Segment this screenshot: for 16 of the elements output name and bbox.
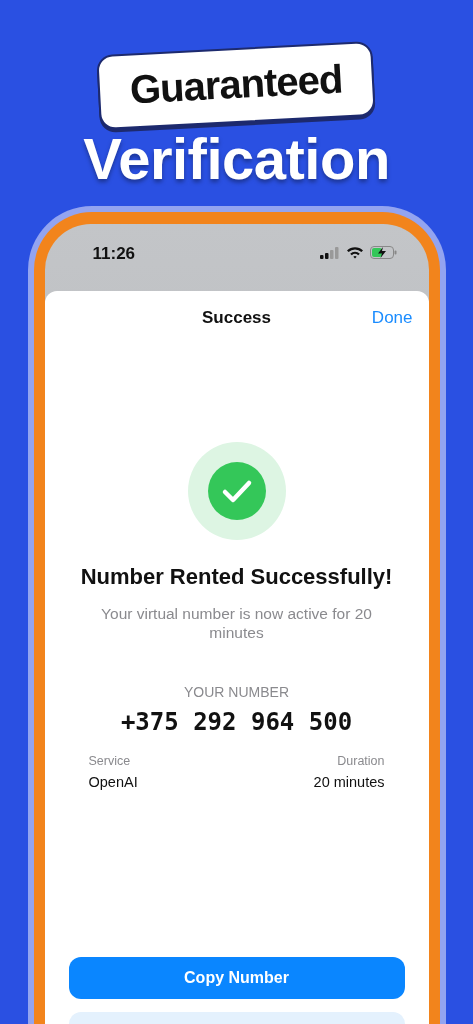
result-title: Number Rented Successfully! <box>80 564 393 590</box>
phone-number: +375 292 964 500 <box>120 708 353 736</box>
done-link[interactable]: Done <box>371 308 413 328</box>
result-subtitle: Your virtual number is now active for 20 minutes <box>100 604 373 642</box>
wifi-icon <box>345 246 364 259</box>
detail-label: Duration <box>337 754 385 768</box>
status-time: 11:26 <box>92 244 136 264</box>
number-label: YOUR NUMBER <box>184 684 289 700</box>
detail-value: OpenAI <box>88 774 138 790</box>
headline-badge: Guaranteed <box>96 40 377 131</box>
detail-label: Service <box>88 754 131 768</box>
copy-number-button[interactable]: Copy Number <box>68 957 405 999</box>
detail-value: 20 minutes <box>313 774 385 790</box>
signal-icon <box>319 246 340 259</box>
sheet-title: Success <box>202 308 271 328</box>
battery-charging-icon <box>369 246 397 259</box>
